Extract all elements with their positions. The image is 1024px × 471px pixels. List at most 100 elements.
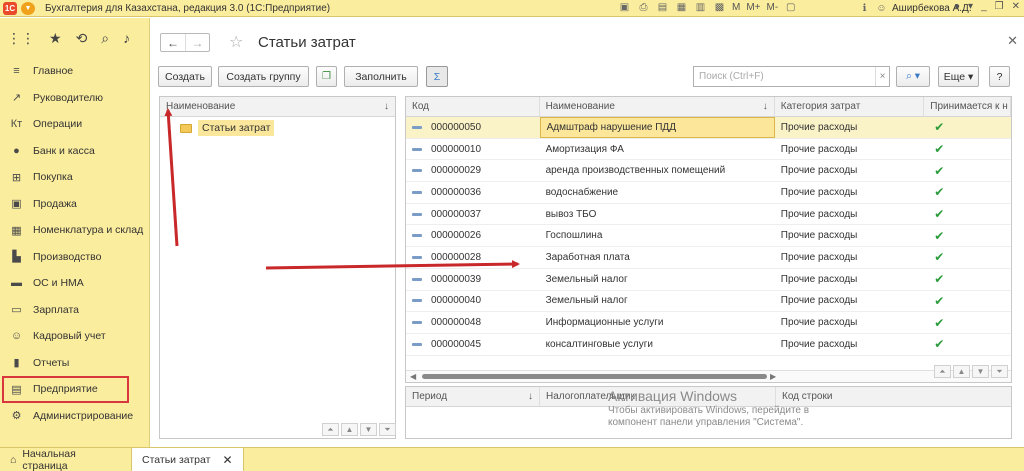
create-group-button[interactable]: Создать группу: [218, 66, 309, 87]
code-value: 000000050: [431, 121, 482, 133]
memory-subtract-button[interactable]: M-: [767, 2, 779, 13]
sidebar-item-label: Банк и касса: [33, 144, 95, 157]
minimize-icon[interactable]: _: [981, 1, 987, 12]
window-title: Бухгалтерия для Казахстана, редакция 3.0…: [45, 2, 331, 14]
fill-button[interactable]: Заполнить: [344, 66, 418, 87]
sidebar-item-enterprise[interactable]: ▤ Предприятие: [2, 376, 129, 403]
close-form-icon[interactable]: ✕: [1007, 33, 1018, 49]
factory-icon: ▙: [12, 251, 21, 264]
sidebar-item-sales[interactable]: ▣ Продажа: [0, 191, 149, 218]
scroll-top-icon[interactable]: ⏶: [934, 365, 951, 378]
column-line-code[interactable]: Код строки: [776, 387, 1011, 406]
sidebar-item-nomenclature[interactable]: ▦ Номенклатура и склад: [0, 217, 149, 244]
hierarchy-icon[interactable]: Σ: [426, 66, 448, 87]
table-row[interactable]: 000000028 Заработная плата Прочие расходы ✔: [406, 247, 1011, 269]
check-icon: ✔: [934, 163, 945, 178]
window-icon[interactable]: ▢: [784, 1, 797, 14]
item-icon: [412, 147, 422, 151]
scroll-bottom-icon[interactable]: ⏷: [379, 423, 396, 436]
sidebar-item-manager[interactable]: ↗ Руководителю: [0, 85, 149, 112]
print-icon[interactable]: ⎙: [637, 1, 650, 14]
options-icon[interactable]: ▾: [968, 1, 973, 12]
tab-cost-items[interactable]: Статьи затрат ✕: [132, 447, 244, 471]
main-menu-button[interactable]: ▼: [21, 1, 35, 15]
table-row[interactable]: 000000050 Адмштраф нарушение ПДД Прочие ра…: [406, 117, 1011, 139]
table-row[interactable]: 000000010 Амортизация ФА Прочие расходы ✔: [406, 139, 1011, 161]
help-button[interactable]: ?: [989, 66, 1010, 87]
sidebar-item-main[interactable]: ≡ Главное: [0, 58, 149, 85]
column-category[interactable]: Категория затрат: [775, 97, 925, 116]
save-icon[interactable]: ▣: [618, 1, 631, 14]
scrollbar-thumb[interactable]: [422, 374, 767, 379]
tab-home[interactable]: ⌂ Начальная страница: [0, 447, 132, 471]
close-tab-icon[interactable]: ✕: [222, 453, 232, 467]
search-icon[interactable]: ⌕: [101, 30, 109, 47]
search-input[interactable]: Поиск (Ctrl+F) ×: [693, 66, 890, 87]
table-row[interactable]: 000000029 аренда производственных помещен…: [406, 160, 1011, 183]
sidebar-item-salary[interactable]: ▭ Зарплата: [0, 297, 149, 324]
notification-icon[interactable]: ●: [954, 1, 960, 12]
table-icon[interactable]: ▦: [675, 1, 688, 14]
more-button[interactable]: Еще ▾: [938, 66, 979, 87]
check-icon: ✔: [934, 250, 945, 265]
memory-add-button[interactable]: M+: [746, 2, 760, 13]
tree-header[interactable]: Наименование ↓: [160, 97, 395, 117]
check-icon: ✔: [934, 207, 945, 222]
sidebar-item-reports[interactable]: ▮ Отчеты: [0, 350, 149, 377]
table-row[interactable]: 000000036 водоснабжение Прочие расходы ✔: [406, 182, 1011, 204]
sidebar-item-operations[interactable]: Кт Операции: [0, 111, 149, 138]
table-row[interactable]: 000000039 Земельный налог Прочие расходы ✔: [406, 269, 1011, 291]
table-row[interactable]: 000000048 Информационные услуги Прочие рас…: [406, 312, 1011, 334]
scroll-down-icon[interactable]: ▼: [972, 365, 989, 378]
calculator-icon[interactable]: ▩: [713, 1, 726, 14]
memory-button[interactable]: M: [732, 2, 740, 13]
scroll-bottom-icon[interactable]: ⏷: [991, 365, 1008, 378]
cell-code: 000000050: [406, 117, 540, 138]
scroll-top-icon[interactable]: ⏶: [322, 423, 339, 436]
sidebar-item-assets[interactable]: ▬ ОС и НМА: [0, 270, 149, 297]
scroll-left-icon[interactable]: ◀: [410, 372, 416, 381]
column-accepted[interactable]: Принимается к н: [924, 97, 1011, 116]
code-value: 000000029: [431, 165, 482, 177]
scroll-up-icon[interactable]: ▲: [953, 365, 970, 378]
bell-icon[interactable]: ♪: [123, 30, 130, 46]
apps-grid-icon[interactable]: ⋮⋮: [7, 30, 35, 47]
name-value: Госпошлина: [545, 230, 603, 242]
favorites-star-icon[interactable]: ★: [49, 30, 62, 47]
column-period[interactable]: Период ↓: [406, 387, 540, 406]
create-button[interactable]: Создать: [158, 66, 212, 87]
restore-icon[interactable]: ❐: [995, 1, 1004, 12]
document-icon[interactable]: ▤: [656, 1, 669, 14]
close-icon[interactable]: ✕: [1012, 1, 1020, 12]
horizontal-scrollbar[interactable]: ◀ ▶: [406, 370, 1011, 382]
table-row[interactable]: 000000045 консалтинговые услуги Прочие рас…: [406, 334, 1011, 356]
calendar-icon[interactable]: ▥: [694, 1, 707, 14]
scroll-down-icon[interactable]: ▼: [360, 423, 377, 436]
cell-code: 000000026: [406, 225, 540, 246]
table-row[interactable]: 000000026 Госпошлина Прочие расходы ✔: [406, 225, 1011, 248]
sidebar-item-purchase[interactable]: ⊞ Покупка: [0, 164, 149, 191]
sidebar-item-production[interactable]: ▙ Производство: [0, 244, 149, 271]
column-name[interactable]: Наименование ↓: [540, 97, 775, 116]
tab-home-label: Начальная страница: [22, 447, 76, 471]
forward-arrow-icon[interactable]: →: [185, 34, 209, 51]
sidebar-item-administration[interactable]: ⚙ Администрирование: [0, 403, 149, 430]
check-icon: ✔: [934, 315, 945, 330]
clear-icon[interactable]: ×: [875, 67, 889, 86]
favorite-star-icon[interactable]: ☆: [229, 32, 243, 52]
column-code[interactable]: Код: [406, 97, 540, 116]
scroll-up-icon[interactable]: ▲: [341, 423, 358, 436]
sidebar-item-bank[interactable]: ● Банк и касса: [0, 138, 149, 165]
back-arrow-icon[interactable]: ←: [161, 34, 185, 51]
trend-icon: ↗: [11, 92, 22, 105]
table-row[interactable]: 000000037 вывоз ТБО Прочие расходы ✔: [406, 204, 1011, 226]
tree-item[interactable]: Статьи затрат: [160, 117, 395, 139]
search-button[interactable]: ⌕ ▾: [896, 66, 930, 87]
table-row[interactable]: 000000040 Земельный налог Прочие расходы ✔: [406, 291, 1011, 313]
copy-icon[interactable]: ❐: [316, 66, 337, 87]
sidebar-item-hr[interactable]: ☺ Кадровый учет: [0, 323, 149, 350]
cell-name: аренда производственных помещений: [540, 160, 775, 181]
sidebar-item-label: Операции: [33, 118, 83, 131]
history-icon[interactable]: ⟲: [76, 30, 88, 47]
scroll-right-icon[interactable]: ▶: [770, 372, 776, 381]
